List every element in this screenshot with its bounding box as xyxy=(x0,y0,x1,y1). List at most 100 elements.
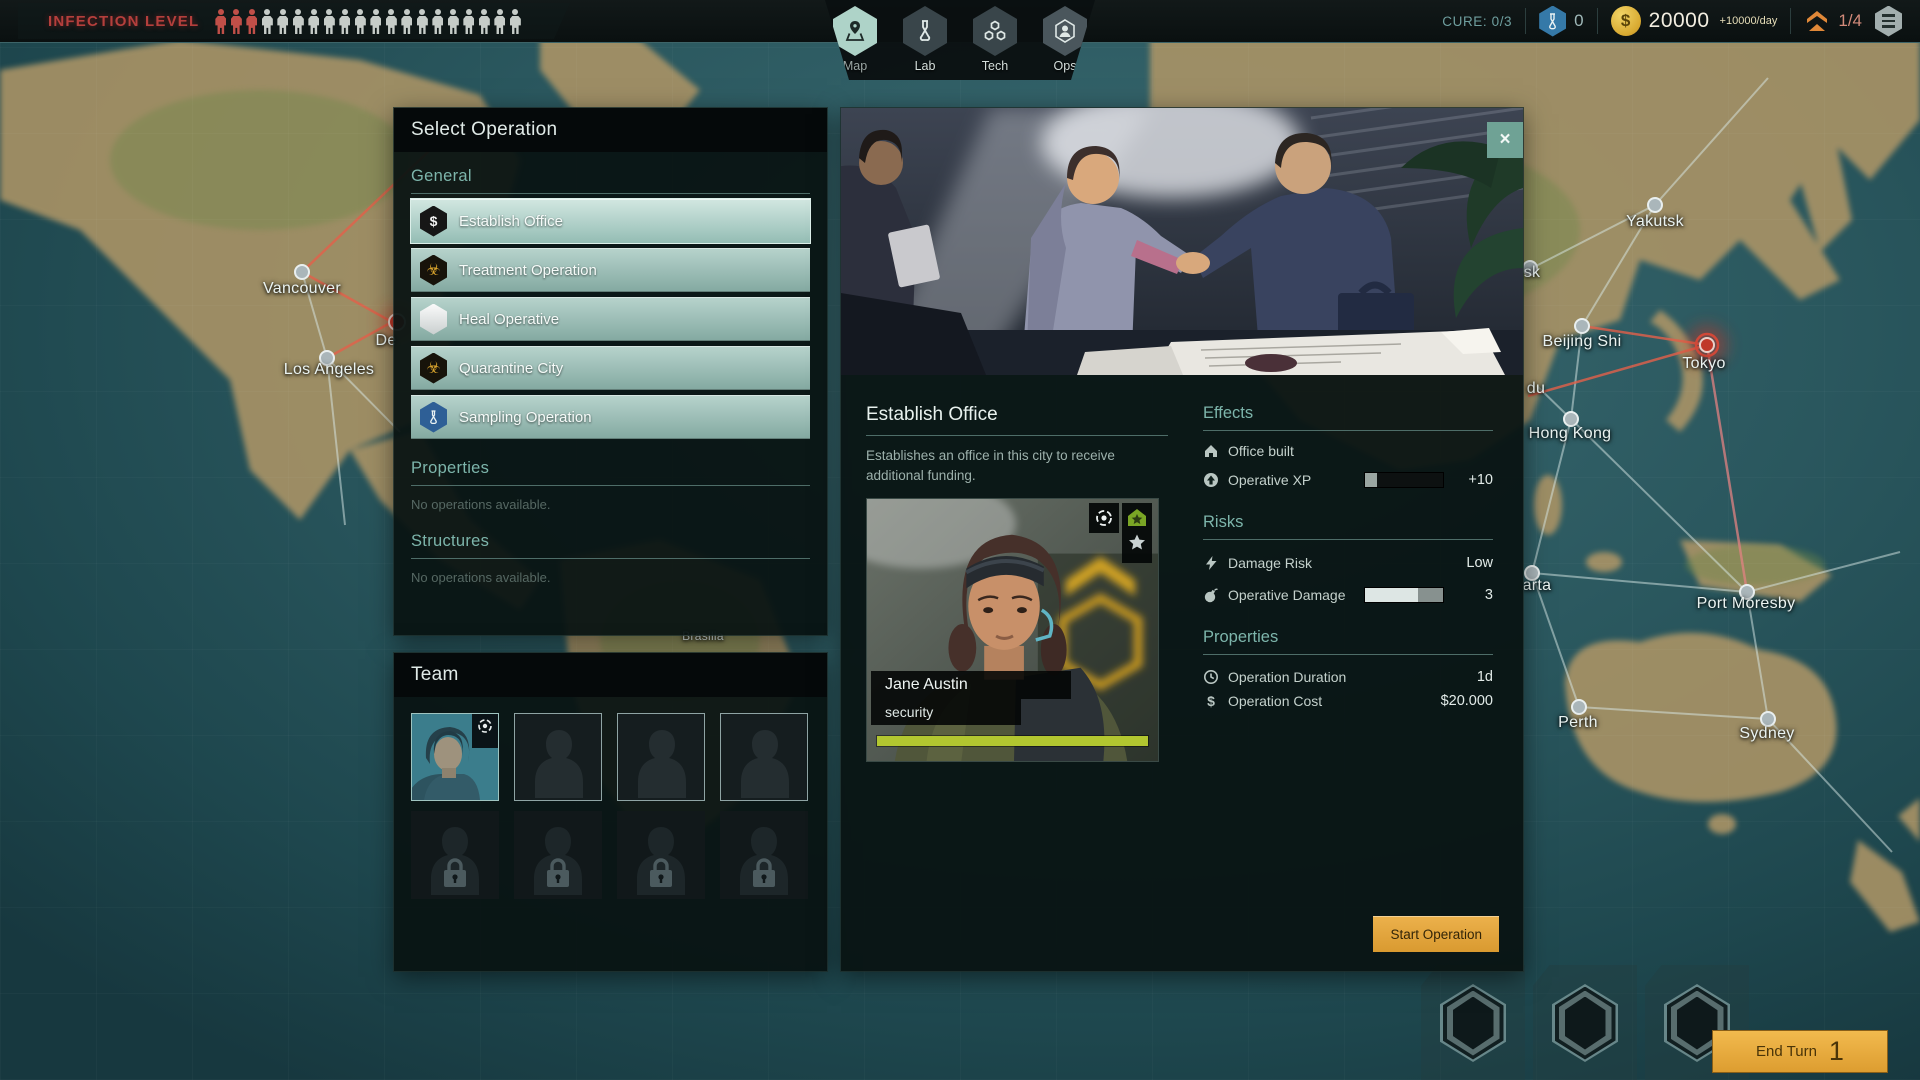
operative-damage-bar xyxy=(1364,587,1444,603)
team-slot-empty[interactable] xyxy=(617,713,705,801)
biohazard-glyph: ☣ xyxy=(426,260,440,280)
divider xyxy=(1525,8,1526,34)
operation-label: Heal Operative xyxy=(459,311,559,328)
offices-chevron-icon xyxy=(1804,9,1830,33)
class-emblem-icon xyxy=(1089,503,1119,533)
infection-level-label: INFECTION LEVEL xyxy=(48,13,199,30)
team-slot-locked xyxy=(720,811,808,899)
molecule-icon xyxy=(973,6,1017,56)
team-panel: Team xyxy=(394,653,827,971)
operation-detail-panel: × Establish Office Establishes an office… xyxy=(841,108,1523,971)
flask-icon xyxy=(903,6,947,56)
city-label-port-moresby[interactable]: Port Moresby xyxy=(1697,595,1796,613)
heal-hex-icon xyxy=(420,304,447,335)
prop-duration-label: Operation Duration xyxy=(1228,669,1444,685)
operation-sampling[interactable]: Sampling Operation xyxy=(411,395,810,439)
money-stat: $ 20000 +10000/day xyxy=(1611,6,1778,36)
empty-hex-slot xyxy=(1421,965,1525,1080)
select-operation-panel: Select Operation General $ Establish Off… xyxy=(394,108,827,635)
person-icon xyxy=(262,8,273,35)
clock-icon xyxy=(1203,669,1219,685)
operation-title: Establish Office xyxy=(866,404,1168,436)
team-slot-empty[interactable] xyxy=(514,713,602,801)
team-slot-locked xyxy=(411,811,499,899)
operation-label: Sampling Operation xyxy=(459,409,592,426)
city-label-sydney[interactable]: Sydney xyxy=(1739,725,1794,743)
person-icon xyxy=(479,8,490,35)
operative-card[interactable]: Jane Austin security xyxy=(866,498,1159,762)
tab-map-label: Map xyxy=(843,59,867,73)
tab-lab[interactable]: Lab xyxy=(896,6,954,80)
operation-treatment[interactable]: ☣ Treatment Operation xyxy=(411,248,810,292)
offices-count: 1/4 xyxy=(1838,11,1862,31)
general-section-header: General xyxy=(411,167,810,194)
city-label-chengdu-partial[interactable]: du xyxy=(1527,380,1545,398)
lock-icon xyxy=(646,855,676,889)
select-operation-header: Select Operation xyxy=(394,108,827,152)
operation-establish-office[interactable]: $ Establish Office xyxy=(411,199,810,243)
operation-quarantine-city[interactable]: ☣ Quarantine City xyxy=(411,346,810,390)
operative-class: security xyxy=(871,699,1021,725)
effects-header: Effects xyxy=(1203,404,1493,431)
lock-icon xyxy=(440,855,470,889)
lock-icon xyxy=(543,855,573,889)
prop-cost-label: Operation Cost xyxy=(1228,693,1432,709)
start-operation-button[interactable]: Start Operation xyxy=(1373,916,1499,952)
xp-up-icon xyxy=(1203,472,1219,488)
sample-flask-icon xyxy=(420,402,447,433)
xp-progress-bar xyxy=(1364,472,1444,488)
house-icon xyxy=(1203,443,1219,459)
game-screen: Vancouver Los Angeles De Brasilia Yakuts… xyxy=(0,0,1920,1080)
team-header: Team xyxy=(394,653,827,697)
city-label-perth[interactable]: Perth xyxy=(1558,714,1598,732)
bomb-icon xyxy=(1203,587,1219,603)
person-icon xyxy=(324,8,335,35)
city-label-vancouver[interactable]: Vancouver xyxy=(263,280,341,298)
person-icon xyxy=(246,8,257,35)
city-label-hong-kong[interactable]: Hong Kong xyxy=(1529,425,1612,443)
operative-name: Jane Austin xyxy=(871,671,1071,699)
prop-cost-value: $20.000 xyxy=(1441,693,1493,709)
divider xyxy=(1790,8,1791,34)
map-pin-icon xyxy=(833,6,877,56)
money-amount: 20000 xyxy=(1649,9,1710,33)
end-turn-button[interactable]: End Turn 1 xyxy=(1712,1030,1888,1073)
city-label-los-angeles[interactable]: Los Angeles xyxy=(284,361,374,379)
close-icon[interactable]: × xyxy=(1487,122,1523,158)
team-slot-empty[interactable] xyxy=(720,713,808,801)
effect-xp-label: Operative XP xyxy=(1228,472,1355,488)
person-icon xyxy=(277,8,288,35)
research-stat: 0 xyxy=(1539,6,1583,37)
person-icon xyxy=(432,8,443,35)
city-label-irkutsk-partial[interactable]: sk xyxy=(1524,264,1541,282)
operative-badges xyxy=(1089,503,1152,563)
person-icon xyxy=(215,8,226,35)
structures-empty-text: No operations available. xyxy=(411,570,810,585)
person-icon xyxy=(231,8,242,35)
person-icon xyxy=(417,8,428,35)
menu-icon[interactable] xyxy=(1875,6,1902,37)
tab-tech[interactable]: Tech xyxy=(966,6,1024,80)
operation-heal-operative[interactable]: Heal Operative xyxy=(411,297,810,341)
health-bar xyxy=(877,736,1148,746)
turn-number: 1 xyxy=(1829,1036,1844,1067)
team-slot-locked xyxy=(514,811,602,899)
city-label-yakutsk[interactable]: Yakutsk xyxy=(1626,213,1684,231)
top-bar-stats: CURE: 0/3 0 $ 20000 +10000/day 1/4 xyxy=(1442,0,1902,42)
city-label-beijing-shi[interactable]: Beijing Shi xyxy=(1543,333,1622,351)
select-operation-title: Select Operation xyxy=(411,119,557,141)
operative-icon xyxy=(1043,6,1087,56)
properties-section-header: Properties xyxy=(411,459,810,486)
person-icon xyxy=(293,8,304,35)
person-icon xyxy=(401,8,412,35)
city-label-tokyo[interactable]: Tokyo xyxy=(1682,355,1725,373)
operative-class-badge xyxy=(472,714,498,748)
offices-stat: 1/4 xyxy=(1804,9,1862,33)
team-slot-jane-austin[interactable] xyxy=(411,713,499,801)
risk-damage-value: Low xyxy=(1453,555,1493,571)
city-label-jakarta-partial[interactable]: arta xyxy=(1523,577,1552,595)
risks-header: Risks xyxy=(1203,513,1493,540)
detail-properties-header: Properties xyxy=(1203,628,1493,655)
biohazard-icon: ☣ xyxy=(420,255,447,286)
dollar-hex-icon: $ xyxy=(420,206,447,237)
